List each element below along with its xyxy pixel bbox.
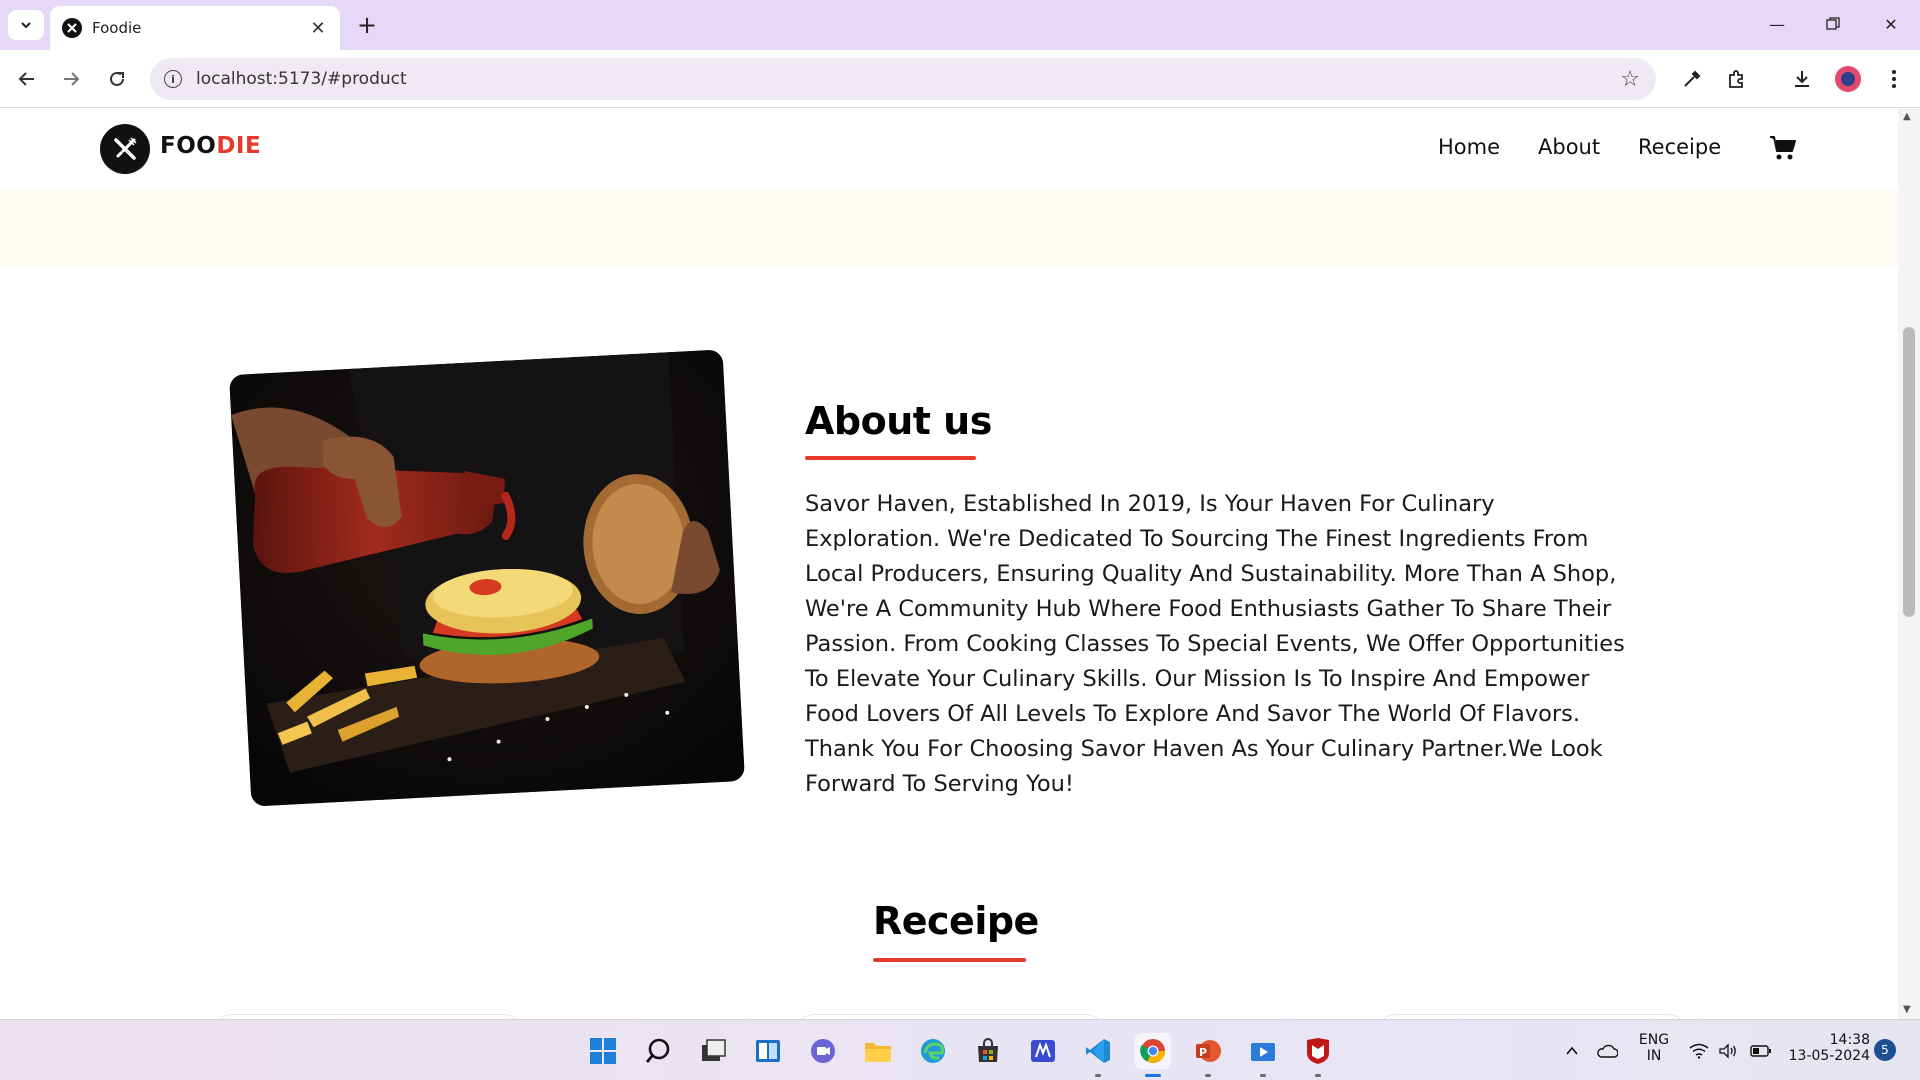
site-logo-text[interactable]: FOODIE	[160, 133, 261, 159]
reload-icon[interactable]	[102, 64, 132, 94]
page-viewport: FOODIE Home About Receipe About us Savor…	[0, 109, 1898, 1019]
tab-title: Foodie	[92, 19, 142, 37]
media-player-icon[interactable]	[1245, 1033, 1281, 1077]
profile-avatar[interactable]	[1832, 63, 1864, 95]
chevron-down-icon	[21, 22, 31, 29]
forward-icon[interactable]	[56, 64, 86, 94]
wifi-icon[interactable]	[1686, 1033, 1712, 1069]
about-burger-image	[229, 349, 745, 807]
site-info-icon[interactable]: i	[164, 70, 182, 88]
page-scrollbar[interactable]: ▲ ▼	[1898, 109, 1920, 1019]
close-window-icon[interactable]: ✕	[1866, 6, 1916, 42]
minimize-icon[interactable]: —	[1752, 6, 1802, 42]
downloads-icon[interactable]	[1786, 63, 1818, 95]
math-app-icon[interactable]	[1025, 1033, 1061, 1069]
scroll-down-icon[interactable]: ▼	[1903, 1004, 1911, 1015]
hero-section-bottom	[0, 189, 1898, 267]
vscode-icon[interactable]	[1080, 1033, 1116, 1077]
notification-count-badge[interactable]: 5	[1874, 1039, 1896, 1061]
url-text: localhost:5173/#product	[196, 69, 407, 89]
chrome-icon[interactable]	[1135, 1033, 1171, 1077]
edge-browser-icon[interactable]	[915, 1033, 951, 1069]
extensions-icon[interactable]	[1720, 63, 1752, 95]
scrollbar-thumb[interactable]	[1903, 327, 1915, 617]
browser-toolbar: i localhost:5173/#product ☆	[0, 50, 1920, 108]
bookmark-star-icon[interactable]: ☆	[1620, 67, 1640, 92]
eyedropper-icon[interactable]	[1676, 63, 1708, 95]
file-explorer-icon[interactable]	[860, 1033, 896, 1069]
powerpoint-icon[interactable]: P	[1190, 1033, 1226, 1077]
windows-start-icon[interactable]	[585, 1033, 621, 1069]
back-icon[interactable]	[12, 64, 42, 94]
browser-tab[interactable]: Foodie ✕	[50, 6, 340, 50]
teams-chat-icon[interactable]	[805, 1033, 841, 1069]
task-view-icon[interactable]	[695, 1033, 731, 1069]
nav-link-home[interactable]: Home	[1438, 135, 1500, 159]
restore-icon[interactable]	[1808, 6, 1858, 42]
onedrive-cloud-icon[interactable]	[1594, 1033, 1620, 1069]
site-navbar: FOODIE Home About Receipe	[0, 109, 1898, 189]
svg-text:P: P	[1199, 1046, 1207, 1059]
mcafee-shield-icon[interactable]	[1300, 1033, 1336, 1077]
nav-link-receipe[interactable]: Receipe	[1638, 135, 1721, 159]
volume-icon[interactable]	[1715, 1033, 1741, 1069]
widgets-icon[interactable]	[750, 1033, 786, 1069]
battery-icon[interactable]	[1748, 1033, 1774, 1069]
tab-search-button[interactable]	[8, 10, 44, 40]
foodie-favicon-icon	[62, 18, 82, 38]
clock[interactable]: 14:38 13-05-2024	[1784, 1032, 1870, 1064]
address-bar[interactable]: i localhost:5173/#product ☆	[150, 58, 1656, 100]
about-heading: About us	[805, 399, 992, 443]
windows-taskbar: P ENG IN 14:38 13-05-2024 5	[0, 1019, 1920, 1080]
fork-knife-logo-icon[interactable]	[100, 124, 150, 174]
browser-menu-icon[interactable]	[1878, 63, 1910, 95]
about-heading-underline	[805, 456, 976, 460]
microsoft-store-icon[interactable]	[970, 1033, 1006, 1069]
receipe-heading-underline	[873, 958, 1026, 962]
search-icon[interactable]	[640, 1033, 676, 1069]
nav-link-about[interactable]: About	[1538, 135, 1600, 159]
receipe-heading: Receipe	[873, 899, 1039, 943]
shopping-cart-icon[interactable]	[1768, 133, 1798, 163]
tray-chevron-up-icon[interactable]	[1560, 1033, 1584, 1069]
scroll-up-icon[interactable]: ▲	[1903, 111, 1911, 122]
new-tab-button[interactable]: +	[352, 10, 382, 40]
tab-strip: Foodie ✕ + — ✕	[0, 0, 1920, 50]
about-paragraph: Savor Haven, Established In 2019, Is You…	[805, 491, 1625, 797]
close-tab-icon[interactable]: ✕	[308, 18, 328, 39]
language-indicator[interactable]: ENG IN	[1636, 1032, 1672, 1064]
